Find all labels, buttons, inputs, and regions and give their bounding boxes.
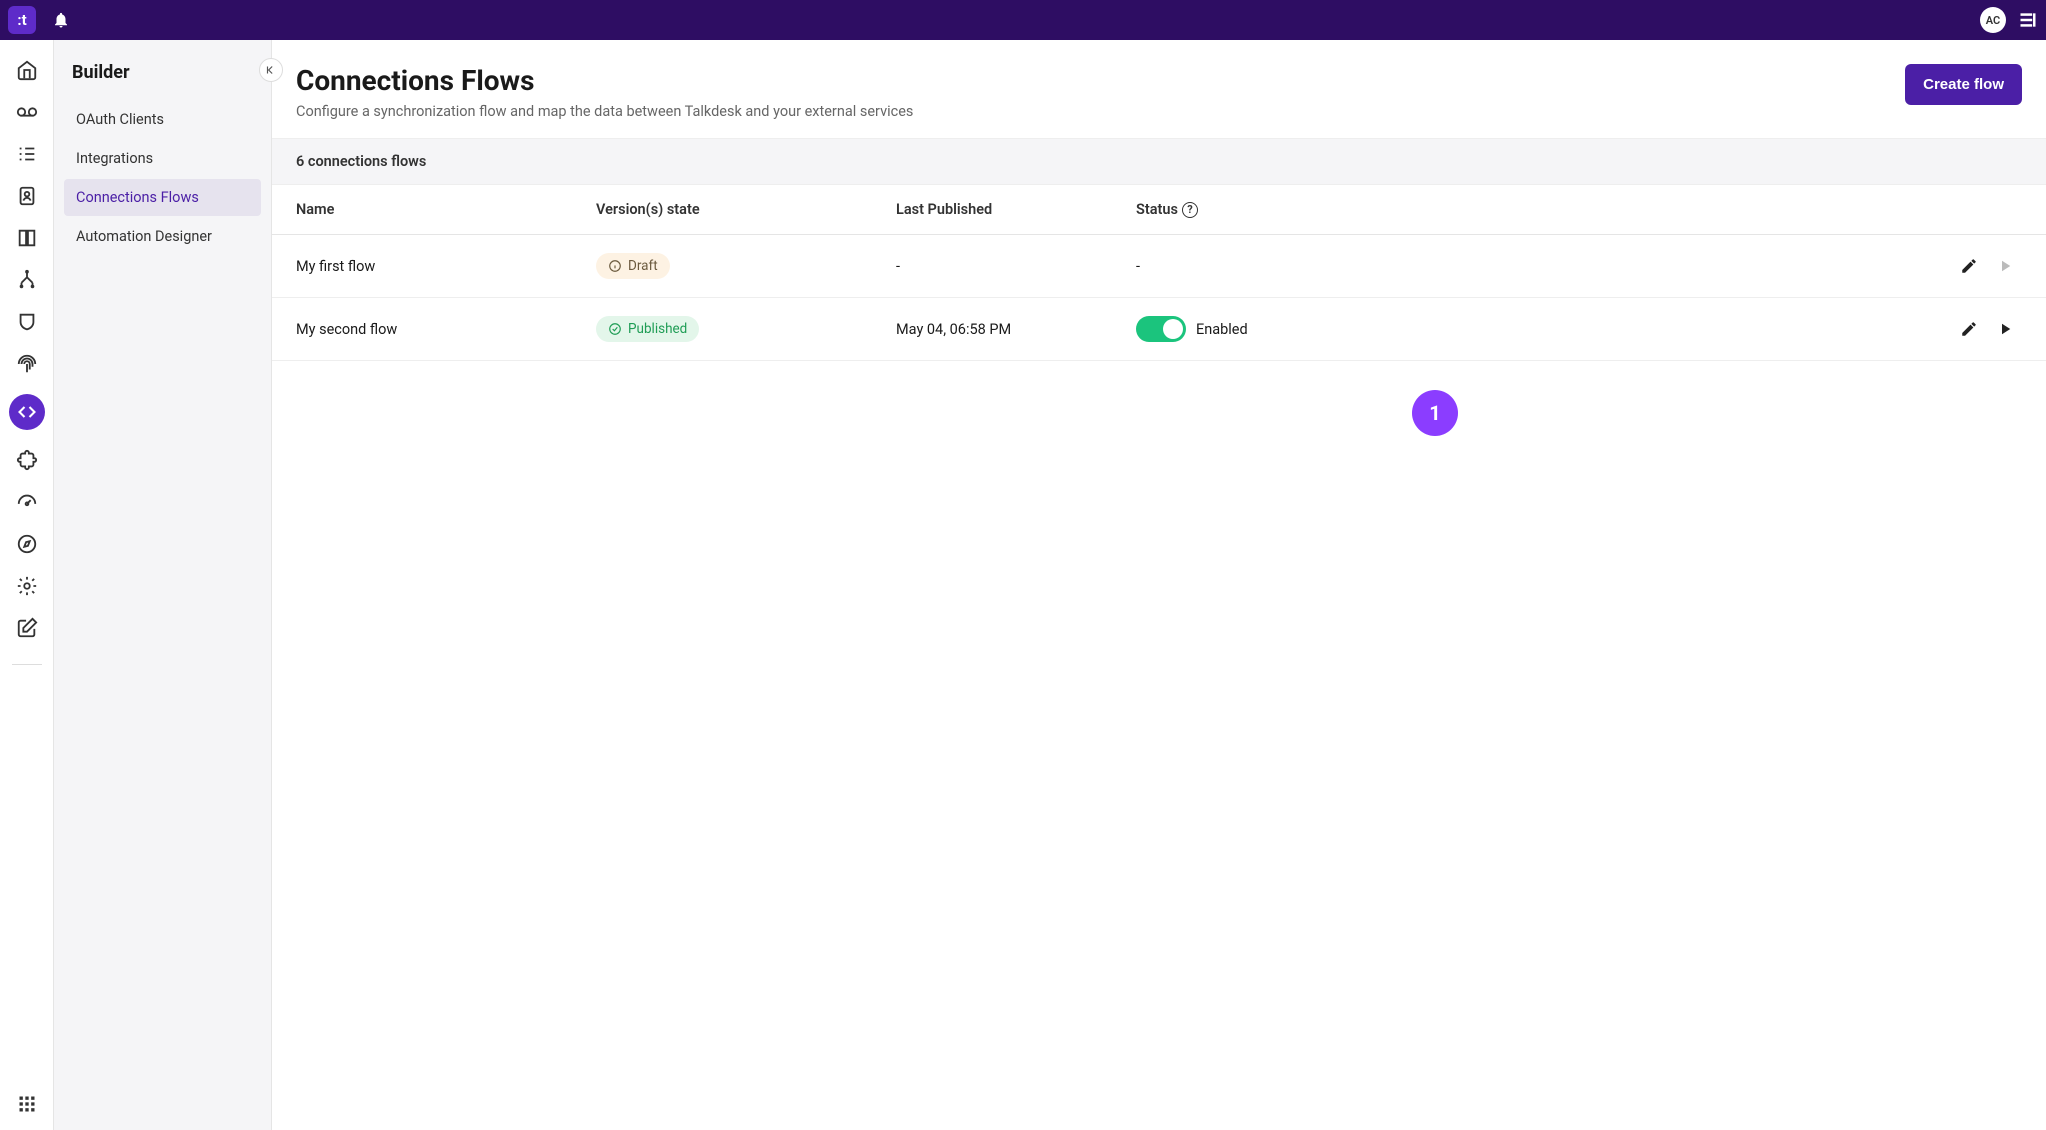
row-actions <box>1336 320 2022 338</box>
sidebar-item-integrations[interactable]: Integrations <box>64 140 261 177</box>
row-name: My first flow <box>296 258 596 275</box>
sidebar: Builder OAuth Clients Integrations Conne… <box>54 40 272 1130</box>
avatar-initials: AC <box>1986 14 2000 27</box>
gear-icon[interactable] <box>15 574 39 598</box>
sidebar-title: Builder <box>64 58 261 101</box>
status-text: - <box>1136 258 1140 275</box>
page-title: Connections Flows <box>296 64 913 97</box>
header-published: Last Published <box>896 201 1136 218</box>
contacts-icon[interactable] <box>15 184 39 208</box>
row-version: Draft <box>596 253 896 279</box>
callout-number: 1 <box>1429 401 1440 425</box>
icon-rail <box>0 40 54 1130</box>
play-flow-icon <box>1996 257 2014 275</box>
topbar-left: :t <box>8 6 70 34</box>
edit-icon[interactable] <box>15 616 39 640</box>
header-status: Status ? <box>1136 201 1336 218</box>
row-name: My second flow <box>296 321 596 338</box>
compass-icon[interactable] <box>15 532 39 556</box>
layout: Builder OAuth Clients Integrations Conne… <box>0 40 2046 1130</box>
status-text: Enabled <box>1196 321 1248 338</box>
play-flow-icon[interactable] <box>1996 320 2014 338</box>
header-name: Name <box>296 201 596 218</box>
home-icon[interactable] <box>15 58 39 82</box>
sidebar-item-automation-designer[interactable]: Automation Designer <box>64 218 261 255</box>
toggle-knob <box>1163 319 1183 339</box>
logo-text: :t <box>17 11 26 29</box>
table-row: My second flow Published May 04, 06:58 P… <box>272 298 2046 361</box>
avatar[interactable]: AC <box>1980 7 2006 33</box>
row-version: Published <box>596 316 896 342</box>
header-version: Version(s) state <box>596 201 896 218</box>
row-status: - <box>1136 258 1336 275</box>
sidebar-item-connections-flows[interactable]: Connections Flows <box>64 179 261 216</box>
row-actions <box>1336 257 2022 275</box>
flows-table: Name Version(s) state Last Published Sta… <box>272 185 2046 361</box>
top-bar: :t AC <box>0 0 2046 40</box>
builder-icon[interactable] <box>9 394 45 430</box>
topbar-right: AC <box>1980 7 2038 33</box>
routing-icon[interactable] <box>15 268 39 292</box>
puzzle-icon[interactable] <box>15 448 39 472</box>
version-badge-published: Published <box>596 316 699 342</box>
main-header: Connections Flows Configure a synchroniz… <box>272 40 2046 138</box>
panel-toggle-icon[interactable] <box>2018 10 2038 30</box>
header-status-label: Status <box>1136 201 1178 218</box>
check-circle-icon <box>608 322 622 336</box>
table-header: Name Version(s) state Last Published Sta… <box>272 185 2046 235</box>
flows-count: 6 connections flows <box>272 138 2046 185</box>
header-text-block: Connections Flows Configure a synchroniz… <box>296 64 913 120</box>
shield-icon[interactable] <box>15 310 39 334</box>
header-actions <box>1336 201 2022 218</box>
fingerprint-icon[interactable] <box>15 352 39 376</box>
row-published: - <box>896 258 1136 275</box>
edit-flow-icon[interactable] <box>1960 257 1978 275</box>
callout-badge: 1 <box>1412 390 1458 436</box>
badge-label: Published <box>628 321 687 337</box>
gauge-icon[interactable] <box>15 490 39 514</box>
page-subtitle: Configure a synchronization flow and map… <box>296 103 913 120</box>
app-logo[interactable]: :t <box>8 6 36 34</box>
edit-flow-icon[interactable] <box>1960 320 1978 338</box>
info-icon <box>608 259 622 273</box>
create-flow-button[interactable]: Create flow <box>1905 64 2022 105</box>
status-toggle[interactable] <box>1136 316 1186 342</box>
help-icon[interactable]: ? <box>1182 202 1198 218</box>
list-icon[interactable] <box>15 142 39 166</box>
book-icon[interactable] <box>15 226 39 250</box>
apps-grid-icon[interactable] <box>15 1092 39 1116</box>
rail-divider <box>12 664 42 665</box>
voicemail-icon[interactable] <box>15 100 39 124</box>
table-row: My first flow Draft - - <box>272 235 2046 298</box>
version-badge-draft: Draft <box>596 253 670 279</box>
main-content: Connections Flows Configure a synchroniz… <box>272 40 2046 1130</box>
sidebar-item-oauth-clients[interactable]: OAuth Clients <box>64 101 261 138</box>
status-wrap: Enabled <box>1136 316 1248 342</box>
row-published: May 04, 06:58 PM <box>896 321 1136 338</box>
notifications-icon[interactable] <box>52 11 70 29</box>
badge-label: Draft <box>628 258 658 274</box>
row-status: Enabled <box>1136 316 1336 342</box>
